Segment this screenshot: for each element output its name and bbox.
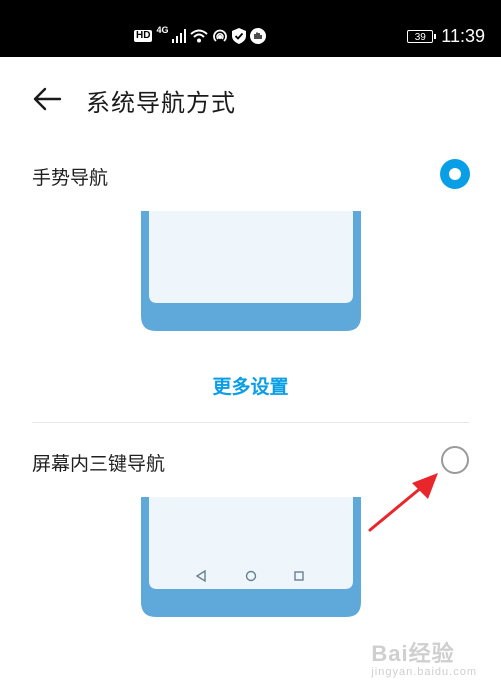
status-right: 39 11:39 (407, 25, 485, 47)
header: 系统导航方式 (0, 57, 501, 141)
page-title: 系统导航方式 (86, 89, 236, 117)
three-key-navigation-preview (141, 497, 361, 617)
three-key-navigation-label[interactable]: 屏幕内三键导航 (32, 449, 165, 476)
watermark-subtext: jingyan.baidu.com (371, 666, 477, 678)
gesture-navigation-radio[interactable] (440, 159, 470, 189)
wifi-icon (190, 29, 209, 43)
gesture-navigation-preview (141, 211, 361, 331)
annotation-arrow-icon (368, 473, 438, 532)
gesture-navigation-label[interactable]: 手势导航 (32, 163, 108, 190)
battery-level: 39 (414, 31, 426, 43)
more-settings-link[interactable]: 更多设置 (0, 372, 501, 399)
signal-icon (172, 29, 187, 43)
divider (32, 422, 469, 423)
status-bar: HD 4G 39 11:39 (0, 0, 501, 57)
back-arrow-icon[interactable] (30, 81, 66, 117)
hand-privacy-icon (250, 28, 267, 44)
watermark-text: Bai经验 (371, 641, 455, 666)
clock: 11:39 (441, 25, 485, 46)
watermark: Bai经验 jingyan.baidu.com (371, 636, 477, 678)
hotspot-icon (213, 29, 228, 42)
shield-check-icon (232, 28, 247, 44)
hd-badge: HD (134, 30, 153, 42)
network-type: 4G (156, 25, 169, 35)
battery-icon: 39 (407, 29, 437, 43)
status-icons: HD 4G (134, 25, 267, 47)
